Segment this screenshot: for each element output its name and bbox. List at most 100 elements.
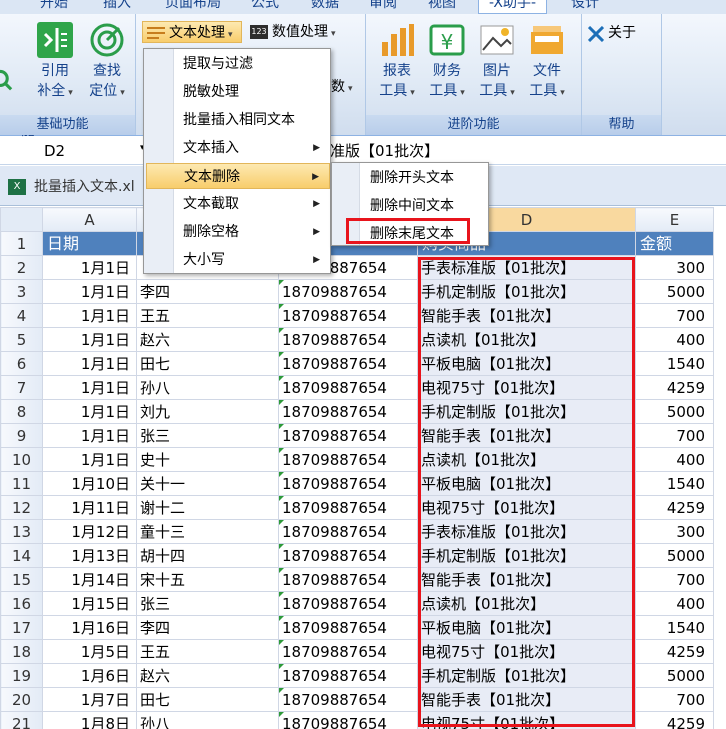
row-header[interactable]: 1 [0, 231, 43, 256]
cell-phone[interactable]: 18709887654 [278, 663, 418, 688]
tab-7[interactable]: -X助手- [478, 0, 547, 14]
cell-amount[interactable]: 700 [635, 303, 714, 328]
select-all-corner[interactable] [0, 207, 43, 232]
cell-product[interactable]: 手机定制版【01批次】 [417, 663, 636, 688]
cell-date[interactable]: 1月12日 [42, 519, 137, 544]
cell-date[interactable]: 1月5日 [42, 639, 137, 664]
row-header[interactable]: 12 [0, 495, 43, 520]
row-header[interactable]: 19 [0, 663, 43, 688]
cell-amount[interactable]: 300 [635, 255, 714, 280]
row-header[interactable]: 16 [0, 591, 43, 616]
submenu-item-1[interactable]: 删除中间文本 [334, 193, 487, 219]
cell-amount[interactable]: 1540 [635, 615, 714, 640]
menu-item-6[interactable]: 删除空格 ▶ [146, 219, 330, 245]
cell-name[interactable]: 李四 [136, 279, 279, 304]
row-header[interactable]: 17 [0, 615, 43, 640]
menu-item-2[interactable]: 批量插入相同文本 [146, 107, 330, 133]
number-processing-button[interactable]: 123 数值处理 ▾ [248, 21, 358, 43]
cell-product[interactable]: 电视75寸【01批次】 [417, 711, 636, 729]
cell-phone[interactable]: 18709887654 [278, 375, 418, 400]
cell-product[interactable]: 点读机【01批次】 [417, 327, 636, 352]
menu-item-7[interactable]: 大小写 ▶ [146, 247, 330, 273]
column-header-e[interactable]: E [635, 207, 714, 232]
menu-item-5[interactable]: 文本截取 ▶ [146, 191, 330, 217]
cell-product[interactable]: 电视75寸【01批次】 [417, 375, 636, 400]
cell-phone[interactable]: 18709887654 [278, 591, 418, 616]
menu-item-0[interactable]: 提取与过滤 [146, 51, 330, 77]
cell-product[interactable]: 平板电脑【01批次】 [417, 351, 636, 376]
cell-product[interactable]: 电视75寸【01批次】 [417, 495, 636, 520]
cell-name[interactable]: 孙八 [136, 375, 279, 400]
cell-date[interactable]: 1月10日 [42, 471, 137, 496]
cell-product[interactable]: 智能手表【01批次】 [417, 687, 636, 712]
row-header[interactable]: 4 [0, 303, 43, 328]
cell-amount[interactable]: 5000 [635, 399, 714, 424]
row-header[interactable]: 18 [0, 639, 43, 664]
cell-product[interactable]: 手机定制版【01批次】 [417, 399, 636, 424]
cell-phone[interactable]: 18709887654 [278, 423, 418, 448]
cell-date[interactable]: 1月1日 [42, 255, 137, 280]
cell-name[interactable]: 李四 [136, 615, 279, 640]
cell-amount[interactable]: 1540 [635, 471, 714, 496]
cell-date[interactable]: 1月1日 [42, 375, 137, 400]
row-header[interactable]: 8 [0, 399, 43, 424]
row-header[interactable]: 7 [0, 375, 43, 400]
column-header-a[interactable]: A [42, 207, 137, 232]
reference-complete-button[interactable]: 引用 补全 ▾ [30, 22, 80, 103]
cell-product[interactable]: 点读机【01批次】 [417, 591, 636, 616]
row-header[interactable]: 14 [0, 543, 43, 568]
cell-phone[interactable]: 18709887654 [278, 711, 418, 729]
cell-name[interactable]: 刘九 [136, 399, 279, 424]
tab-6[interactable]: 视图 [428, 0, 456, 14]
cell-amount[interactable]: 700 [635, 687, 714, 712]
cell-amount[interactable]: 400 [635, 327, 714, 352]
header-cell-amount[interactable]: 金额 [635, 231, 714, 256]
cell-product[interactable]: 电视75寸【01批次】 [417, 639, 636, 664]
text-processing-button[interactable]: 文本处理 ▾ [142, 21, 242, 43]
row-header[interactable]: 21 [0, 711, 43, 729]
cell-date[interactable]: 1月1日 [42, 303, 137, 328]
cell-amount[interactable]: 4259 [635, 375, 714, 400]
cell-phone[interactable]: 18709887654 [278, 351, 418, 376]
cell-name[interactable]: 田七 [136, 351, 279, 376]
cell-date[interactable]: 1月1日 [42, 327, 137, 352]
cell-name[interactable]: 赵六 [136, 663, 279, 688]
submenu-item-0[interactable]: 删除开头文本 [334, 165, 487, 191]
hidden-button-partial[interactable]: 数 ▾ [331, 76, 361, 98]
cell-name[interactable]: 胡十四 [136, 543, 279, 568]
find-locate-button[interactable]: 查找 定位 ▾ [82, 22, 132, 103]
cell-product[interactable]: 手机定制版【01批次】 [417, 279, 636, 304]
cell-date[interactable]: 1月15日 [42, 591, 137, 616]
cell-amount[interactable]: 1540 [635, 351, 714, 376]
cell-date[interactable]: 1月1日 [42, 423, 137, 448]
cell-name[interactable]: 宋十五 [136, 567, 279, 592]
cell-product[interactable]: 智能手表【01批次】 [417, 303, 636, 328]
cell-name[interactable]: 田七 [136, 687, 279, 712]
header-cell-date[interactable]: 日期 [42, 231, 137, 256]
cell-date[interactable]: 1月7日 [42, 687, 137, 712]
cell-date[interactable]: 1月1日 [42, 351, 137, 376]
cell-date[interactable]: 1月11日 [42, 495, 137, 520]
tab-3[interactable]: 公式 [251, 0, 279, 14]
cell-product[interactable]: 平板电脑【01批次】 [417, 471, 636, 496]
cell-amount[interactable]: 4259 [635, 639, 714, 664]
cell-phone[interactable]: 18709887654 [278, 567, 418, 592]
cell-product[interactable]: 智能手表【01批次】 [417, 423, 636, 448]
menu-item-1[interactable]: 脱敏处理 [146, 79, 330, 105]
cell-product[interactable]: 手表标准版【01批次】 [417, 255, 636, 280]
cell-phone[interactable]: 18709887654 [278, 543, 418, 568]
cell-name[interactable]: 赵六 [136, 327, 279, 352]
cell-name[interactable]: 王五 [136, 303, 279, 328]
cell-date[interactable]: 1月1日 [42, 279, 137, 304]
cell-name[interactable]: 孙八 [136, 711, 279, 729]
cell-name[interactable]: 张三 [136, 423, 279, 448]
cell-product[interactable]: 平板电脑【01批次】 [417, 615, 636, 640]
cell-amount[interactable]: 5000 [635, 663, 714, 688]
cell-date[interactable]: 1月14日 [42, 567, 137, 592]
cell-date[interactable]: 1月1日 [42, 447, 137, 472]
cell-product[interactable]: 手机定制版【01批次】 [417, 543, 636, 568]
cell-date[interactable]: 1月16日 [42, 615, 137, 640]
cell-phone[interactable]: 18709887654 [278, 639, 418, 664]
cell-amount[interactable]: 5000 [635, 279, 714, 304]
tab-1[interactable]: 插入 [103, 0, 131, 14]
